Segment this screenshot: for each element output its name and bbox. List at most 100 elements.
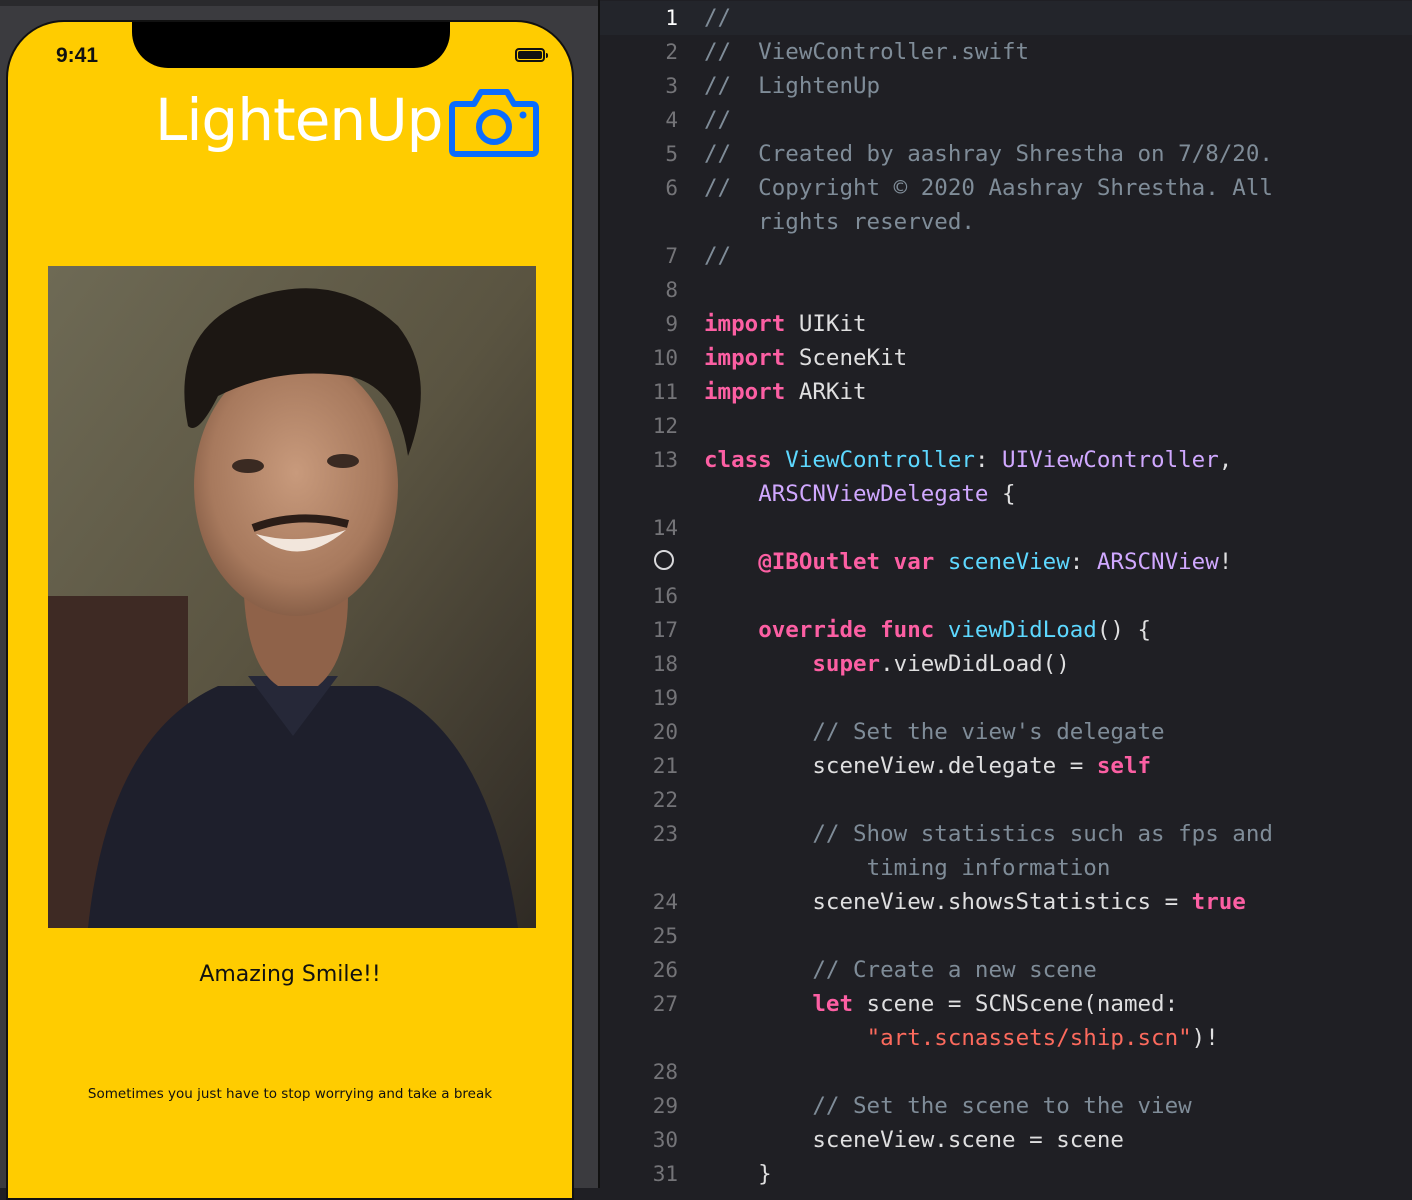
line-number: 19 <box>652 686 678 710</box>
line-number: 24 <box>652 890 678 914</box>
code-token: SceneKit <box>785 345 908 371</box>
line-number: 2 <box>665 40 678 64</box>
code-line[interactable]: 27 let scene = SCNScene(named: <box>600 987 1412 1021</box>
line-number: 16 <box>652 584 678 608</box>
code-line-wrap[interactable]: rights reserved. <box>600 205 1412 239</box>
code-token: ! <box>1218 549 1233 575</box>
line-number: 4 <box>665 108 678 132</box>
code-line[interactable]: 12 <box>600 409 1412 443</box>
portrait-image <box>48 266 536 928</box>
code-token: ARKit <box>785 379 867 405</box>
code-text: @IBOutlet var sceneView: ARSCNView! <box>704 545 1232 579</box>
code-line[interactable]: 25 <box>600 919 1412 953</box>
code-token: // Show statistics such as fps and <box>812 821 1273 847</box>
code-token: var <box>893 549 935 575</box>
simulator-pane: 9:41 LightenUp Amazing Smile!! Sometimes… <box>0 0 598 1200</box>
code-line[interactable]: 7 // <box>600 239 1412 273</box>
code-line[interactable]: 31 } <box>600 1157 1412 1191</box>
line-number: 1 <box>665 6 678 30</box>
line-number: 27 <box>652 992 678 1016</box>
camera-button[interactable] <box>448 84 540 158</box>
line-number: 22 <box>652 788 678 812</box>
code-line[interactable]: 20 // Set the view's delegate <box>600 715 1412 749</box>
code-line[interactable]: 17 override func viewDidLoad() { <box>600 613 1412 647</box>
outlet-connection-circle-icon[interactable] <box>654 550 674 570</box>
line-number: 20 <box>652 720 678 744</box>
code-text: import SceneKit <box>704 341 907 375</box>
code-text: import UIKit <box>704 307 867 341</box>
line-number: 13 <box>652 448 678 472</box>
code-text: // <box>704 103 731 137</box>
code-line[interactable]: 16 <box>600 579 1412 613</box>
line-number: 29 <box>652 1094 678 1118</box>
code-line[interactable]: 9 import UIKit <box>600 307 1412 341</box>
code-text: class ViewController: UIViewController, <box>704 443 1232 477</box>
code-line-wrap[interactable]: "art.scnassets/ship.scn")! <box>600 1021 1412 1055</box>
code-line[interactable]: 11 import ARKit <box>600 375 1412 409</box>
code-line[interactable]: 1 // <box>600 1 1412 35</box>
code-line[interactable]: 29 // Set the scene to the view <box>600 1089 1412 1123</box>
code-token: )! <box>1191 1025 1219 1051</box>
code-line[interactable]: 21 sceneView.delegate = self <box>600 749 1412 783</box>
code-line[interactable]: 28 <box>600 1055 1412 1089</box>
code-token: UIViewController <box>1002 447 1219 473</box>
code-text: // <box>704 1 731 35</box>
code-text: let scene = SCNScene(named: <box>704 987 1178 1021</box>
code-token: super <box>812 651 881 677</box>
code-line[interactable]: 18 super.viewDidLoad() <box>600 647 1412 681</box>
code-token: // <box>704 5 732 31</box>
code-line[interactable]: 8 <box>600 273 1412 307</box>
status-bar-time: 9:41 <box>56 44 99 67</box>
code-token: // ViewController.swift <box>704 39 1030 65</box>
line-number: 21 <box>652 754 678 778</box>
code-text: // Create a new scene <box>704 953 1096 987</box>
code-token: viewDidLoad <box>947 617 1097 643</box>
code-line[interactable]: 22 <box>600 783 1412 817</box>
code-token: : <box>1069 549 1097 575</box>
battery-icon <box>515 48 548 62</box>
phone-notch <box>132 22 450 68</box>
code-line-wrap[interactable]: timing information <box>600 851 1412 885</box>
code-line-wrap[interactable]: ARSCNViewDelegate { <box>600 477 1412 511</box>
photo-caption: Amazing Smile!! <box>199 962 381 987</box>
line-number: 17 <box>652 618 678 642</box>
code-text: sceneView.delegate = self <box>704 749 1151 783</box>
code-token: // Copyright © 2020 Aashray Shrestha. Al… <box>704 175 1273 201</box>
code-line[interactable]: 13 class ViewController: UIViewController… <box>600 443 1412 477</box>
code-token: , <box>1218 447 1233 473</box>
code-text: // <box>704 239 731 273</box>
motivational-quote: Sometimes you just have to stop worrying… <box>87 1086 493 1102</box>
code-line[interactable]: 6 // Copyright © 2020 Aashray Shrestha. A… <box>600 171 1412 205</box>
code-line[interactable]: 4 // <box>600 103 1412 137</box>
code-text: // LightenUp <box>704 69 880 103</box>
code-token: class <box>704 447 772 473</box>
code-token: // <box>704 107 732 133</box>
code-line[interactable]: 10 import SceneKit <box>600 341 1412 375</box>
code-line[interactable]: 30 sceneView.scene = scene <box>600 1123 1412 1157</box>
code-line[interactable]: 5 // Created by aashray Shrestha on 7/8/2… <box>600 137 1412 171</box>
code-text: // Copyright © 2020 Aashray Shrestha. Al… <box>704 171 1273 205</box>
code-text: rights reserved. <box>704 205 975 239</box>
code-line[interactable]: @IBOutlet var sceneView: ARSCNView! <box>600 545 1412 579</box>
code-line[interactable]: 23 // Show statistics such as fps and <box>600 817 1412 851</box>
code-line[interactable]: 19 <box>600 681 1412 715</box>
code-token: // Set the scene to the view <box>812 1093 1192 1119</box>
code-token: } <box>704 1161 772 1187</box>
code-token: { <box>988 481 1016 507</box>
code-line[interactable]: 24 sceneView.showsStatistics = true <box>600 885 1412 919</box>
iphone-screen: 9:41 LightenUp Amazing Smile!! Sometimes… <box>6 20 574 1200</box>
code-line[interactable]: 26 // Create a new scene <box>600 953 1412 987</box>
code-line[interactable]: 14 <box>600 511 1412 545</box>
code-line[interactable]: 3 // LightenUp <box>600 69 1412 103</box>
code-line[interactable]: 2 // ViewController.swift <box>600 35 1412 69</box>
code-editor[interactable]: 1 // 2 // ViewController.swift 3 // LightenUp… <box>598 0 1412 1188</box>
code-token: import <box>704 379 786 405</box>
app-title: LightenUp <box>155 86 443 154</box>
code-text: import ARKit <box>704 375 867 409</box>
code-token: ViewController <box>785 447 975 473</box>
